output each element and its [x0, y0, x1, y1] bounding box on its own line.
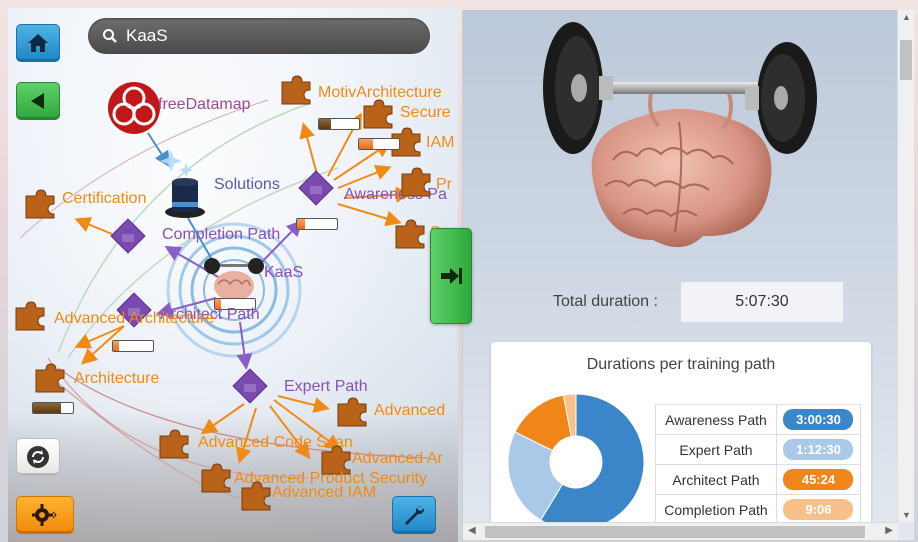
- duration-badge: 9:06: [783, 499, 854, 520]
- progress-fill: [319, 119, 331, 129]
- progress-bar-advanced-architecture: [112, 340, 154, 352]
- puzzle-piece-icon[interactable]: [398, 166, 434, 198]
- scrollbar-thumb[interactable]: [485, 526, 865, 538]
- scrollbar-thumb[interactable]: [900, 40, 912, 80]
- legend-row: Awareness Path 3:00:30: [655, 404, 862, 435]
- duration-badge: 1:12:30: [783, 439, 854, 460]
- search-input[interactable]: [126, 26, 406, 46]
- node-label-completion-path[interactable]: Completion Path: [162, 226, 280, 244]
- total-duration-label: Total duration :: [553, 293, 658, 310]
- legend-path-name: Awareness Path: [655, 404, 777, 435]
- legend-value-cell: 45:24: [775, 464, 862, 495]
- refresh-icon: [27, 446, 49, 468]
- node-label-iam[interactable]: IAM: [426, 134, 454, 152]
- arrow-left-icon: [31, 93, 44, 109]
- node-label-secure[interactable]: Secure: [400, 104, 451, 122]
- node-label-advanced[interactable]: Advanced: [374, 402, 445, 420]
- tools-button[interactable]: [392, 496, 436, 534]
- node-label-advanced-iam[interactable]: Advanced IAM: [272, 484, 376, 502]
- puzzle-piece-icon[interactable]: [334, 396, 370, 428]
- durations-chart-card: Durations per training path Awareness Pa…: [491, 342, 871, 532]
- puzzle-piece-icon[interactable]: [198, 462, 234, 494]
- puzzle-piece-icon[interactable]: [156, 428, 192, 460]
- progress-fill: [113, 341, 119, 351]
- duration-badge: 45:24: [783, 469, 854, 490]
- node-label-advanced-architecture[interactable]: Advanced Architecture: [54, 310, 214, 328]
- scroll-left-arrow-icon[interactable]: ◀: [468, 525, 476, 536]
- total-duration-value: 5:07:30: [681, 282, 843, 322]
- node-label-architecture[interactable]: Architecture: [74, 370, 159, 388]
- path-diamond-icon[interactable]: [108, 216, 148, 256]
- puzzle-piece-icon[interactable]: [12, 300, 48, 332]
- details-panel: Total duration : 5:07:30 Durations per t…: [462, 10, 914, 540]
- search-bar[interactable]: [88, 18, 430, 54]
- path-diamond-icon[interactable]: [296, 168, 336, 208]
- legend-path-name: Expert Path: [655, 434, 777, 465]
- durations-donut-chart: [507, 393, 645, 531]
- node-label-solutions[interactable]: Solutions: [214, 176, 280, 194]
- graph-panel: freeDatamap Solutions KaaS Completion Pa…: [8, 8, 458, 542]
- node-label-freedatamap[interactable]: freeDatamap: [158, 96, 251, 114]
- path-diamond-icon[interactable]: [230, 366, 270, 406]
- legend-row: Completion Path 9:06: [655, 494, 862, 525]
- progress-bar-architecture: [32, 402, 74, 414]
- puzzle-piece-icon[interactable]: [22, 188, 58, 220]
- total-duration-row: Total duration : 5:07:30: [553, 282, 843, 322]
- progress-fill: [33, 403, 61, 413]
- freedatamap-logo-icon[interactable]: [106, 80, 162, 136]
- progress-bar-motiv-architecture: [318, 118, 360, 130]
- search-icon: [103, 29, 117, 43]
- legend-value-cell: 9:06: [775, 494, 862, 525]
- progress-fill: [359, 139, 373, 149]
- duration-badge: 3:00:30: [783, 409, 854, 430]
- home-button[interactable]: [16, 24, 60, 62]
- legend-value-cell: 3:00:30: [775, 404, 862, 435]
- legend-path-name: Architect Path: [655, 464, 777, 495]
- progress-bar-awareness: [296, 218, 338, 230]
- puzzle-piece-icon[interactable]: [392, 218, 428, 250]
- scroll-up-arrow-icon[interactable]: ▲: [902, 12, 911, 22]
- settings-button[interactable]: [16, 496, 74, 534]
- reset-button[interactable]: [16, 438, 60, 476]
- scroll-down-arrow-icon[interactable]: ▼: [902, 510, 911, 520]
- chart-title: Durations per training path: [586, 356, 776, 373]
- horizontal-scrollbar[interactable]: ◀ ▶: [463, 522, 898, 540]
- durations-legend-table: Awareness Path 3:00:30 Expert Path 1:12:30 A…: [655, 404, 862, 525]
- collapse-right-icon: [441, 268, 462, 284]
- legend-row: Expert Path 1:12:30: [655, 434, 862, 465]
- progress-bar-iam: [358, 138, 400, 150]
- collapse-panel-button[interactable]: [430, 228, 472, 324]
- legend-path-name: Completion Path: [655, 494, 777, 525]
- puzzle-piece-icon[interactable]: [278, 74, 314, 106]
- wrench-icon: [405, 505, 425, 525]
- home-icon: [28, 34, 48, 52]
- node-label-expert-path[interactable]: Expert Path: [284, 378, 368, 396]
- node-label-advanced-ar[interactable]: Advanced Ar: [352, 450, 443, 468]
- brain-barbell-illustration: [543, 22, 817, 248]
- puzzle-piece-icon[interactable]: [238, 480, 274, 512]
- top-hat-icon[interactable]: [164, 174, 206, 220]
- puzzle-piece-icon[interactable]: [32, 362, 68, 394]
- progress-fill: [297, 219, 305, 229]
- node-label-pr[interactable]: Pr: [436, 176, 452, 194]
- scroll-right-arrow-icon[interactable]: ▶: [885, 525, 893, 536]
- back-button[interactable]: [16, 82, 60, 120]
- node-label-certification[interactable]: Certification: [62, 190, 146, 208]
- vertical-scrollbar[interactable]: ▲ ▼: [897, 10, 914, 522]
- gear-icon: [32, 504, 57, 526]
- legend-value-cell: 1:12:30: [775, 434, 862, 465]
- node-label-kaas[interactable]: KaaS: [264, 264, 303, 282]
- legend-row: Architect Path 45:24: [655, 464, 862, 495]
